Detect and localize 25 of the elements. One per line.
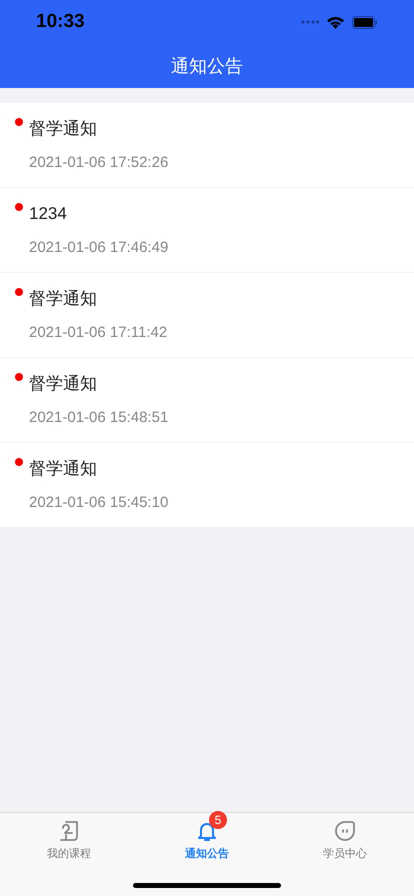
notice-time: 2021-01-06 17:11:42 bbox=[29, 324, 168, 342]
notice-title: 1234 bbox=[29, 204, 68, 224]
signal-icon bbox=[301, 19, 319, 25]
tab-bar-item[interactable]: 我的课程 bbox=[0, 813, 138, 863]
notice-item[interactable]: 督学通知 2021-01-06 15:48:51 bbox=[0, 358, 414, 442]
notice-title: 督学通知 bbox=[29, 289, 98, 309]
page-title: 通知公告 bbox=[171, 54, 243, 78]
count-badge: 5 bbox=[209, 811, 227, 830]
notice-item[interactable]: 督学通知 2021-01-06 15:45:10 bbox=[0, 443, 414, 527]
notice-time: 2021-01-06 17:52:26 bbox=[29, 154, 170, 172]
notice-title: 督学通知 bbox=[29, 374, 98, 394]
notice-time: 2021-01-06 15:48:51 bbox=[29, 409, 170, 427]
face-icon bbox=[333, 819, 357, 844]
wifi-icon bbox=[327, 16, 344, 28]
notice-time: 2021-01-06 17:46:49 bbox=[29, 239, 170, 257]
notice-title: 督学通知 bbox=[29, 119, 98, 139]
notice-item[interactable]: 1234 2021-01-06 17:46:49 bbox=[0, 188, 414, 272]
tab-bar-item[interactable]: 学员中心 bbox=[276, 813, 414, 863]
battery-icon bbox=[352, 16, 378, 28]
notice-time: 2021-01-06 15:45:10 bbox=[29, 494, 170, 512]
notice-title: 督学通知 bbox=[29, 459, 98, 479]
tab-bar-item[interactable]: 5 通知公告 bbox=[138, 813, 276, 863]
notice-item[interactable]: 督学通知 2021-01-06 17:52:26 bbox=[0, 103, 414, 187]
notice-item[interactable]: 督学通知 2021-01-06 17:11:42 bbox=[0, 273, 414, 357]
status-time: 10:33 bbox=[36, 10, 85, 34]
